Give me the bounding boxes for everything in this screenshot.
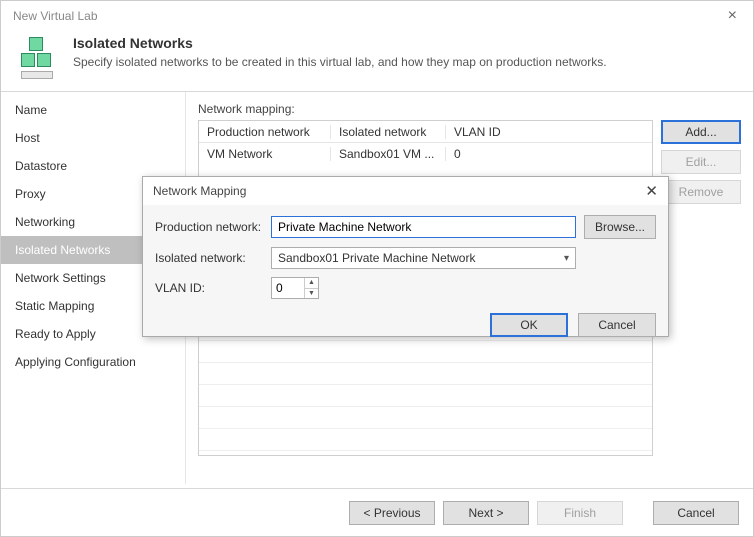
next-button[interactable]: Next >: [443, 501, 529, 525]
isolated-network-select[interactable]: Sandbox01 Private Machine Network ▾: [271, 247, 576, 269]
col-production-network[interactable]: Production network: [199, 125, 331, 139]
add-button[interactable]: Add...: [661, 120, 741, 144]
section-label: Network mapping:: [198, 102, 741, 116]
page-description: Specify isolated networks to be created …: [73, 55, 607, 69]
table-header: Production network Isolated network VLAN…: [199, 121, 652, 143]
label-vlan-id: VLAN ID:: [155, 281, 263, 295]
vlan-id-input[interactable]: [272, 278, 304, 298]
cell-isolated: Sandbox01 VM ...: [331, 147, 446, 161]
production-network-input[interactable]: [271, 216, 576, 238]
page-title: Isolated Networks: [73, 35, 607, 51]
wizard-header: Isolated Networks Specify isolated netwo…: [1, 31, 753, 92]
stepper-up-icon[interactable]: ▲: [305, 278, 318, 289]
isolated-network-value: Sandbox01 Private Machine Network: [278, 251, 475, 265]
dialog-titlebar: Network Mapping ✕: [143, 177, 668, 205]
remove-button: Remove: [661, 180, 741, 204]
previous-button[interactable]: < Previous: [349, 501, 435, 525]
edit-button: Edit...: [661, 150, 741, 174]
table-row[interactable]: VM Network Sandbox01 VM ... 0: [199, 143, 652, 165]
cell-vlan: 0: [446, 147, 652, 161]
cell-production: VM Network: [199, 147, 331, 161]
col-isolated-network[interactable]: Isolated network: [331, 125, 446, 139]
dialog-title: Network Mapping: [153, 184, 246, 198]
network-mapping-dialog: Network Mapping ✕ Production network: Br…: [142, 176, 669, 337]
sidebar-item-applying-configuration[interactable]: Applying Configuration: [1, 348, 185, 376]
isolated-networks-icon: [15, 35, 59, 79]
chevron-down-icon: ▾: [564, 253, 569, 264]
window-titlebar: New Virtual Lab ×: [1, 1, 753, 31]
cancel-button[interactable]: Cancel: [653, 501, 739, 525]
window-title: New Virtual Lab: [13, 9, 98, 23]
sidebar-item-name[interactable]: Name: [1, 96, 185, 124]
label-isolated-network: Isolated network:: [155, 251, 263, 265]
close-icon[interactable]: ×: [722, 7, 743, 25]
col-vlan-id[interactable]: VLAN ID: [446, 125, 652, 139]
stepper-down-icon[interactable]: ▼: [305, 289, 318, 299]
wizard-footer: < Previous Next > Finish Cancel: [1, 488, 753, 536]
label-production-network: Production network:: [155, 220, 263, 234]
side-button-stack: Add... Edit... Remove: [661, 120, 741, 204]
browse-button[interactable]: Browse...: [584, 215, 656, 239]
close-icon[interactable]: ✕: [645, 182, 658, 200]
sidebar-item-host[interactable]: Host: [1, 124, 185, 152]
finish-button: Finish: [537, 501, 623, 525]
dialog-cancel-button[interactable]: Cancel: [578, 313, 656, 337]
vlan-id-stepper[interactable]: ▲ ▼: [271, 277, 319, 299]
ok-button[interactable]: OK: [490, 313, 568, 337]
